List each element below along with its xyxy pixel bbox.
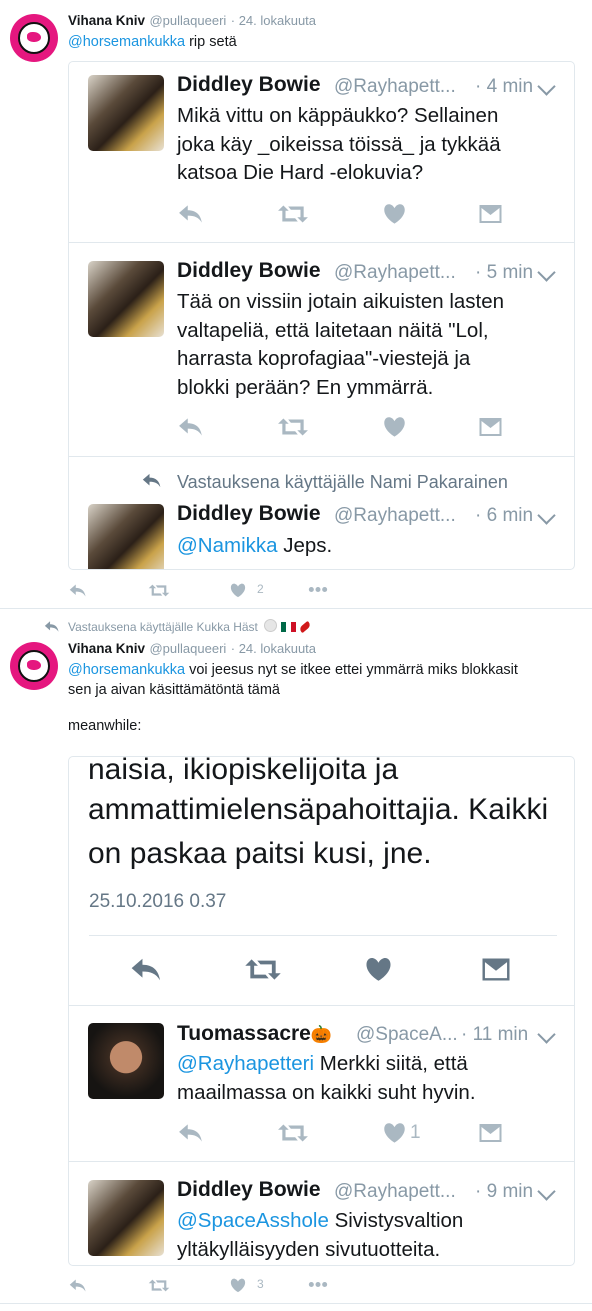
message-icon[interactable] xyxy=(478,203,503,225)
tweet-divider xyxy=(0,608,592,609)
tweet-text: @horsemankukka rip setä xyxy=(68,34,237,50)
author-handle[interactable]: @Rayhapett... xyxy=(334,262,456,284)
avatar[interactable] xyxy=(10,14,58,62)
avatar[interactable] xyxy=(10,642,58,690)
tweet-divider xyxy=(0,1303,592,1304)
quoted-conversation[interactable]: naisia, ikiopiskelijoita ja ammattimiele… xyxy=(68,756,575,1266)
mention-link[interactable]: @Namikka xyxy=(177,534,278,557)
reply-icon[interactable] xyxy=(69,583,87,598)
tweet-time[interactable]: · 11 min xyxy=(461,1024,528,1046)
tweet-date[interactable]: · 24. lokakuuta xyxy=(231,641,316,656)
tweet-text: Mikä vittu on käppäukko? Sellainen joka k… xyxy=(177,104,501,184)
reply-icon[interactable] xyxy=(130,956,163,983)
quoted-text-line: ammattimielensäpahoittajia. Kaikki xyxy=(88,793,549,826)
avatar[interactable] xyxy=(88,1180,164,1256)
author-name[interactable]: Diddley Bowie xyxy=(177,259,321,283)
heart-icon[interactable] xyxy=(383,1122,406,1144)
divider xyxy=(69,242,574,243)
chevron-down-icon[interactable] xyxy=(537,1182,556,1201)
chevron-down-icon[interactable] xyxy=(537,506,556,525)
author-handle[interactable]: @Rayhapett... xyxy=(334,505,456,527)
author-name[interactable]: Tuomassacre🎃 xyxy=(177,1022,332,1046)
divider xyxy=(69,1161,574,1162)
mention-link[interactable]: @SpaceAsshole xyxy=(177,1209,329,1232)
chili-pepper-icon xyxy=(298,620,312,634)
tweet-header: Vihana Kniv @pullaqueeri · 24. lokakuuta xyxy=(68,640,316,658)
chevron-down-icon[interactable] xyxy=(537,263,556,282)
reply-icon[interactable] xyxy=(69,1278,87,1293)
message-icon[interactable] xyxy=(481,956,511,983)
quoted-text-line: on paskaa paitsi kusi, jne. xyxy=(88,837,432,870)
quoted-conversation[interactable]: Diddley Bowie @Rayhapett... · 4 min Mikä… xyxy=(68,61,575,570)
heart-icon[interactable] xyxy=(230,1278,246,1293)
avatar[interactable] xyxy=(88,1023,164,1099)
in-reply-to[interactable]: Vastauksena käyttäjälle Kukka Häst xyxy=(68,619,312,634)
tweet-date[interactable]: · 24. lokakuuta xyxy=(231,13,316,28)
like-count[interactable]: 2 xyxy=(257,582,264,596)
quoted-text-line: naisia, ikiopiskelijoita ja xyxy=(88,756,399,786)
retweet-icon[interactable] xyxy=(244,956,282,983)
retweet-icon[interactable] xyxy=(148,1278,170,1293)
message-icon[interactable] xyxy=(478,1122,503,1144)
tweet-text: @horsemankukka voi jeesus nyt se itkee e… xyxy=(68,662,518,734)
chevron-down-icon[interactable] xyxy=(537,77,556,96)
in-reply-to[interactable]: Vastauksena käyttäjälle Nami Pakarainen xyxy=(177,472,508,493)
heart-icon[interactable] xyxy=(230,583,246,598)
divider xyxy=(69,456,574,457)
tweet-time[interactable]: · 9 min xyxy=(475,1181,533,1203)
emoji-circle-icon xyxy=(264,619,278,632)
mention-link[interactable]: @Rayhapetteri xyxy=(177,1052,314,1075)
tweet-text: @Rayhapetteri Merkki siitä, että maailma… xyxy=(177,1052,476,1104)
author-name[interactable]: Diddley Bowie xyxy=(177,502,321,526)
message-icon[interactable] xyxy=(478,416,503,438)
heart-icon[interactable] xyxy=(365,956,392,983)
mention-link[interactable]: @horsemankukka xyxy=(68,34,185,50)
divider xyxy=(89,935,557,936)
tweet-header: Vihana Kniv @pullaqueeri · 24. lokakuuta xyxy=(68,12,316,30)
retweet-icon[interactable] xyxy=(148,583,170,598)
more-icon[interactable] xyxy=(308,1281,328,1288)
author-handle[interactable]: @pullaqueeri xyxy=(149,641,226,656)
tweet-time[interactable]: · 5 min xyxy=(475,262,533,284)
tweet-text: Tää on vissiin jotain aikuisten lasten va… xyxy=(177,290,505,399)
chevron-down-icon[interactable] xyxy=(537,1025,556,1044)
mexico-flag-icon xyxy=(280,622,296,632)
reply-arrow-icon xyxy=(44,620,60,633)
author-handle[interactable]: @Rayhapett... xyxy=(334,76,456,98)
avatar[interactable] xyxy=(88,75,164,151)
tweet-text: @Namikka Jeps. xyxy=(177,534,333,557)
author-handle[interactable]: @Rayhapett... xyxy=(334,1181,456,1203)
tweet-timestamp[interactable]: 25.10.2016 0.37 xyxy=(89,891,226,913)
author-handle[interactable]: @pullaqueeri xyxy=(149,13,226,28)
avatar[interactable] xyxy=(88,504,164,569)
more-icon[interactable] xyxy=(308,586,328,593)
retweet-icon[interactable] xyxy=(277,1122,309,1144)
reply-icon[interactable] xyxy=(178,416,204,438)
heart-icon[interactable] xyxy=(383,416,406,438)
author-name[interactable]: Diddley Bowie xyxy=(177,1178,321,1202)
like-count[interactable]: 3 xyxy=(257,1277,264,1291)
reply-icon[interactable] xyxy=(178,1122,204,1144)
reply-arrow-icon xyxy=(142,472,162,489)
author-name[interactable]: Vihana Kniv xyxy=(68,641,145,656)
avatar[interactable] xyxy=(88,261,164,337)
author-name[interactable]: Vihana Kniv xyxy=(68,13,145,28)
mention-link[interactable]: @horsemankukka xyxy=(68,662,185,678)
divider xyxy=(69,1005,574,1006)
author-name[interactable]: Diddley Bowie xyxy=(177,73,321,97)
retweet-icon[interactable] xyxy=(277,203,309,225)
retweet-icon[interactable] xyxy=(277,416,309,438)
pumpkin-emoji-icon: 🎃 xyxy=(310,1025,333,1044)
tweet-text: @SpaceAsshole Sivistysvaltion yltäkylläi… xyxy=(177,1209,464,1261)
reply-icon[interactable] xyxy=(178,203,204,225)
author-handle[interactable]: @SpaceA... xyxy=(356,1024,458,1046)
tweet-time[interactable]: · 6 min xyxy=(475,505,533,527)
tweet-time[interactable]: · 4 min xyxy=(475,76,533,98)
heart-icon[interactable] xyxy=(383,203,406,225)
like-count[interactable]: 1 xyxy=(410,1122,421,1144)
